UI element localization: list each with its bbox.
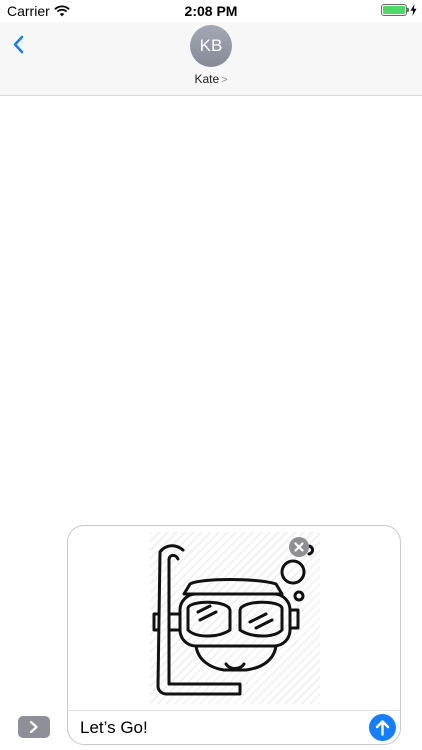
send-button[interactable] [369, 714, 396, 741]
battery-icon [381, 4, 407, 16]
status-bar: Carrier 2:08 PM [0, 0, 422, 22]
compose-divider [68, 710, 400, 711]
remove-sticker-button[interactable] [289, 537, 309, 557]
chevron-right-icon [29, 721, 38, 733]
status-time: 2:08 PM [184, 3, 238, 19]
chevron-left-icon [13, 35, 24, 54]
back-button[interactable] [8, 28, 34, 60]
contact-name-button[interactable]: Kate > [0, 72, 422, 86]
chevron-right-icon: > [221, 74, 228, 86]
message-compose-box [67, 525, 401, 745]
avatar[interactable]: KB [190, 25, 232, 67]
contact-name: Kate [194, 72, 220, 86]
expand-apps-button[interactable] [18, 716, 50, 738]
arrow-up-icon [375, 720, 390, 736]
sticker-preview [68, 526, 400, 710]
message-input[interactable] [80, 716, 360, 740]
snorkel-mask-sticker [152, 544, 314, 696]
close-icon [294, 542, 304, 552]
battery-nub [407, 8, 409, 12]
conversation-header: KB Kate > [0, 22, 422, 96]
bolt-icon [410, 3, 417, 21]
